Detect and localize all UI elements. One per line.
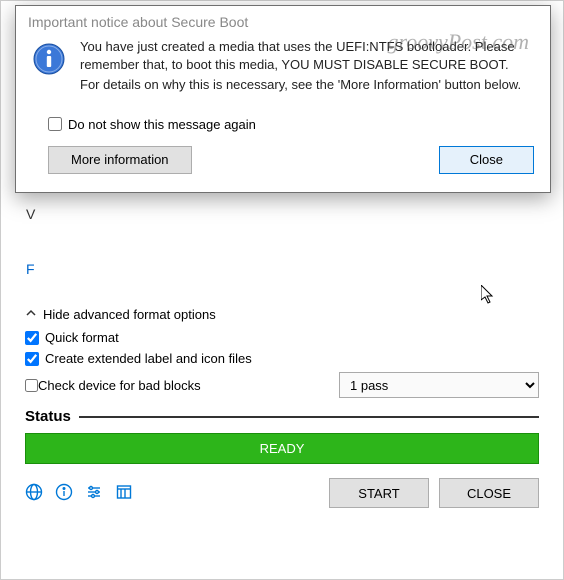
check-bad-blocks-checkbox[interactable] (25, 379, 38, 392)
close-dialog-button[interactable]: Close (439, 146, 534, 174)
bg-char: F (26, 261, 35, 277)
status-bar: READY (25, 433, 539, 464)
chevron-up-icon (25, 307, 37, 322)
log-icon[interactable] (115, 483, 133, 504)
pass-count-select[interactable]: 1 pass (339, 372, 539, 398)
dialog-title: Important notice about Secure Boot (16, 6, 550, 34)
create-extended-checkbox[interactable] (25, 352, 39, 366)
dont-show-again-checkbox[interactable] (48, 117, 62, 131)
check-bad-blocks-label: Check device for bad blocks (38, 378, 201, 393)
hide-advanced-label: Hide advanced format options (43, 307, 216, 322)
settings-icon[interactable] (85, 483, 103, 504)
dont-show-again-label: Do not show this message again (68, 117, 256, 132)
secure-boot-dialog: Important notice about Secure Boot You h… (15, 5, 551, 193)
close-button[interactable]: CLOSE (439, 478, 539, 508)
bg-char: V (26, 206, 35, 222)
more-information-button[interactable]: More information (48, 146, 192, 174)
info-icon[interactable] (55, 483, 73, 504)
status-heading: Status (25, 408, 71, 425)
hide-advanced-toggle[interactable]: Hide advanced format options (25, 307, 539, 322)
globe-icon[interactable] (25, 483, 43, 504)
info-icon (32, 42, 66, 97)
create-extended-label: Create extended label and icon files (45, 351, 252, 366)
start-button[interactable]: START (329, 478, 429, 508)
dialog-body: You have just created a media that uses … (80, 38, 534, 97)
quick-format-label: Quick format (45, 330, 119, 345)
quick-format-checkbox[interactable] (25, 331, 39, 345)
divider (79, 416, 539, 418)
